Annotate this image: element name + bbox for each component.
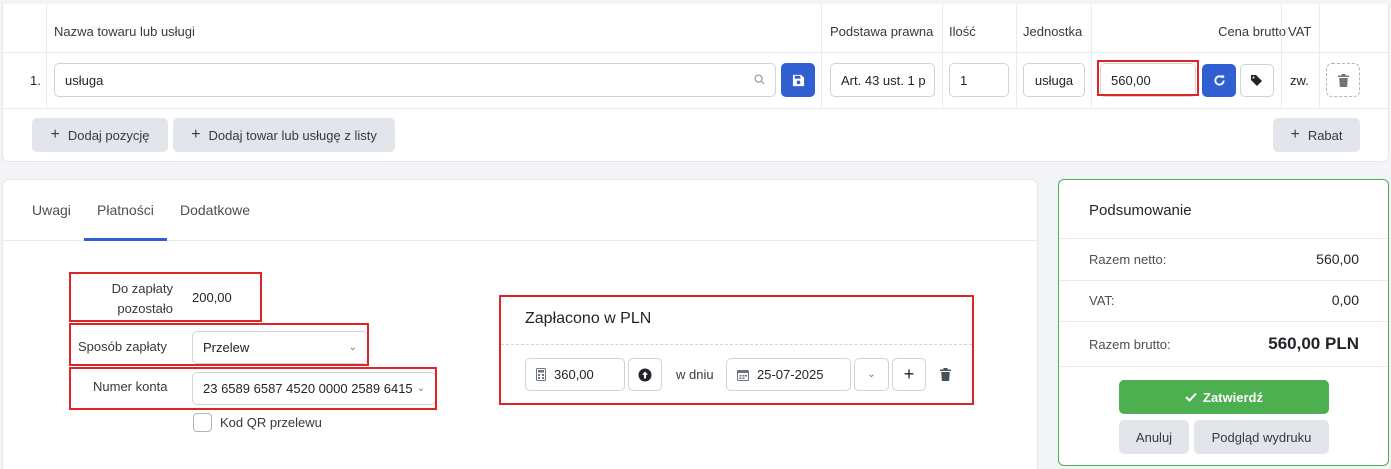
plus-icon: + <box>191 126 201 143</box>
delete-payment-button[interactable] <box>931 358 959 391</box>
chevron-down-icon: ⌄ <box>867 369 876 380</box>
items-card: Nazwa towaru lub usługi Podstawa prawna … <box>2 4 1389 162</box>
row-number: 1. <box>30 73 41 88</box>
remaining-value: 200,00 <box>192 290 232 305</box>
cancel-button[interactable]: Anuluj <box>1119 420 1189 454</box>
paid-title: Zapłacono w PLN <box>525 310 652 327</box>
approve-button[interactable]: Zatwierdź <box>1119 380 1329 414</box>
paid-date-value: 25-07-2025 <box>757 367 824 382</box>
paid-amount-value: 360,00 <box>554 367 594 382</box>
header-quantity: Ilość <box>949 24 976 39</box>
delete-row-button[interactable] <box>1326 63 1360 97</box>
col-divider <box>942 4 943 108</box>
item-name-value: usługa <box>65 72 104 88</box>
summary-title: Podsumowanie <box>1089 202 1192 219</box>
add-payment-button[interactable]: + <box>892 358 926 391</box>
legal-basis-value: Art. 43 ust. 1 p <box>841 72 926 88</box>
vat-summary-value: 0,00 <box>1331 292 1359 308</box>
print-preview-label: Podgląd wydruku <box>1211 429 1312 445</box>
quantity-input[interactable]: 1 <box>949 63 1009 97</box>
calculator-icon <box>536 368 546 381</box>
payments-card: Uwagi Płatności Dodatkowe Do zapłaty poz… <box>2 179 1038 469</box>
payment-method-select[interactable]: Przelew ⌄ <box>192 331 368 364</box>
floppy-disk-icon <box>792 74 804 86</box>
summary-divider <box>1059 238 1388 239</box>
net-label: Razem netto: <box>1089 252 1167 267</box>
header-vat: VAT <box>1288 24 1312 39</box>
gross-value: 560,00 PLN <box>1268 334 1359 353</box>
date-label: w dniu <box>676 367 714 382</box>
account-label: Numer konta <box>93 379 168 394</box>
net-value: 560,00 <box>1316 251 1359 267</box>
summary-divider <box>1059 280 1388 281</box>
account-number-select[interactable]: 23 6589 6587 4520 0000 2589 6415 ⌄ <box>192 372 436 405</box>
cancel-label: Anuluj <box>1135 429 1173 445</box>
remaining-label: Do zapłaty pozostało <box>111 281 173 316</box>
header-divider <box>3 52 1388 53</box>
col-divider <box>821 4 822 108</box>
qr-code-checkbox[interactable] <box>193 413 212 432</box>
chevron-down-icon: ⌄ <box>416 383 425 394</box>
gross-price-value: 560,00 <box>1111 72 1151 88</box>
quantity-value: 1 <box>960 72 968 88</box>
qr-code-label: Kod QR przelewu <box>220 415 322 430</box>
chevron-down-icon: ⌄ <box>348 342 357 353</box>
summary-divider <box>1059 366 1388 367</box>
calendar-icon <box>737 369 749 381</box>
check-icon <box>1185 392 1197 402</box>
print-preview-button[interactable]: Podgląd wydruku <box>1194 420 1329 454</box>
price-tag-button[interactable] <box>1240 64 1274 97</box>
gross-price-input[interactable]: 560,00 <box>1100 63 1196 97</box>
header-gross-price: Cena brutto <box>1218 24 1286 39</box>
header-unit: Jednostka <box>1023 24 1083 39</box>
discount-label: Rabat <box>1307 127 1343 143</box>
add-from-list-button[interactable]: + Dodaj towar lub usługę z listy <box>173 118 395 152</box>
summary-divider <box>1059 321 1388 322</box>
trash-icon <box>939 368 951 381</box>
paid-date-input[interactable]: 25-07-2025 <box>726 358 851 391</box>
tab-payments[interactable]: Płatności <box>97 202 154 218</box>
header-legal-basis: Podstawa prawna <box>830 24 934 39</box>
add-from-list-label: Dodaj towar lub usługę z listy <box>208 127 377 143</box>
active-tab-indicator <box>84 238 167 241</box>
col-divider <box>46 4 47 108</box>
item-name-input[interactable]: usługa <box>54 63 776 97</box>
col-divider <box>1319 4 1320 108</box>
account-number-value: 23 6589 6587 4520 0000 2589 6415 <box>203 381 413 396</box>
discount-button[interactable]: + Rabat <box>1273 118 1360 152</box>
vat-summary-label: VAT: <box>1089 293 1115 308</box>
refresh-icon <box>1213 75 1225 86</box>
payment-method-value: Przelew <box>203 340 250 355</box>
save-item-button[interactable] <box>781 63 815 97</box>
search-icon[interactable] <box>754 73 765 88</box>
recalculate-button[interactable] <box>1202 64 1236 97</box>
paid-divider <box>501 344 972 345</box>
unit-input[interactable]: usługa <box>1023 63 1085 97</box>
approve-label: Zatwierdź <box>1203 389 1263 405</box>
unit-value: usługa <box>1034 72 1074 88</box>
plus-icon: + <box>903 364 915 384</box>
plus-icon: + <box>50 126 60 143</box>
paid-amount-input[interactable]: 360,00 <box>525 358 625 391</box>
method-label: Sposób zapłaty <box>78 339 167 354</box>
plus-icon: + <box>1290 126 1300 143</box>
tab-additional[interactable]: Dodatkowe <box>180 202 250 218</box>
row-divider <box>3 108 1388 109</box>
gross-label: Razem brutto: <box>1089 337 1171 352</box>
date-dropdown-button[interactable]: ⌄ <box>854 358 889 391</box>
trash-icon <box>1337 73 1349 87</box>
col-divider <box>1016 4 1017 108</box>
col-divider <box>1281 4 1282 108</box>
summary-card: Podsumowanie Razem netto: 560,00 VAT: 0,… <box>1058 179 1389 466</box>
col-divider <box>1091 4 1092 108</box>
tags-icon <box>1251 75 1262 86</box>
tab-notes[interactable]: Uwagi <box>32 202 71 218</box>
legal-basis-input[interactable]: Art. 43 ust. 1 p <box>830 63 935 97</box>
add-item-label: Dodaj pozycję <box>67 127 150 143</box>
vat-value: zw. <box>1290 73 1309 88</box>
pay-remaining-button[interactable] <box>628 358 662 391</box>
header-name: Nazwa towaru lub usługi <box>54 24 195 39</box>
add-item-button[interactable]: + Dodaj pozycję <box>32 118 168 152</box>
arrow-up-circle-icon <box>638 368 652 381</box>
